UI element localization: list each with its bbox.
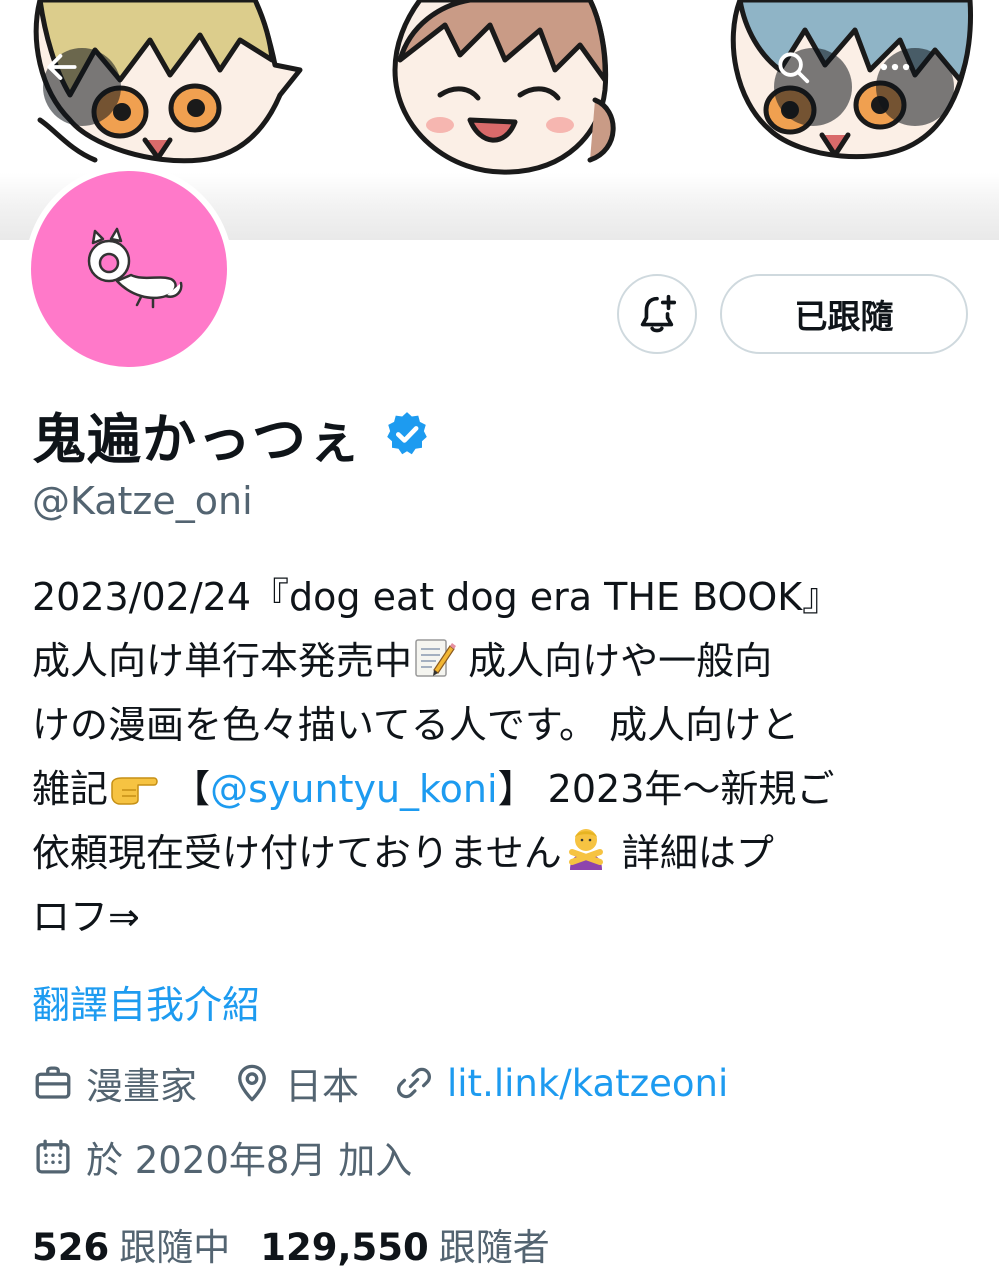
website-link[interactable]: lit.link/katzeoni [447,1062,728,1105]
bio-text: 雑記 [32,767,109,811]
website-item[interactable]: lit.link/katzeoni [393,1062,728,1105]
profile-meta-row: 漫畫家 日本 lit.link/katzeoni [32,1058,762,1108]
followers-label: 跟隨者 [438,1226,550,1269]
joined-text: 於 2020年8月 加入 [86,1139,413,1182]
joined-item: 於 2020年8月 加入 [32,1130,412,1184]
bio-text: 成人向け単行本発売中 [32,639,413,683]
bio-line: 成人向け単行本発売中 成人向けや一般向 [32,629,982,693]
bio-line: 依頼現在受け付けておりません 詳細はプ [32,821,982,885]
bio-text: 依頼現在受け付けておりません [32,831,562,875]
arrow-left-icon [47,54,77,80]
verified-badge-icon [387,412,427,455]
link-icon [396,1067,432,1099]
profession-item: 漫畫家 [32,1056,197,1110]
avatar[interactable] [31,171,227,367]
location-pin-icon [238,1064,266,1102]
back-button[interactable] [43,48,121,126]
banner-character-middle [392,0,616,175]
profile-meta-row: 於 2020年8月 加入 [32,1132,446,1182]
profile-bio: 2023/02/24『dog eat dog era THE BOOK』 成人向… [32,565,982,949]
display-name: 鬼遍かっつぇ [32,407,362,471]
briefcase-icon [35,1066,71,1099]
bio-line: けの漫画を色々描いてる人です。 成人向けと [32,703,800,747]
bio-mention-link[interactable]: @syuntyu_koni [210,767,497,811]
bio-text: 詳細はプ [609,831,774,875]
bio-line: 2023/02/24『dog eat dog era THE BOOK』 [32,575,841,619]
cat-avatar-icon [87,227,183,309]
location-item: 日本 [231,1056,359,1110]
notification-bell-button[interactable] [617,274,697,354]
following-label: 跟隨中 [119,1226,231,1269]
pointing-right-emoji-icon [111,777,158,805]
followers-count: 129,550 [260,1226,429,1269]
more-button[interactable] [876,48,954,126]
bio-line: 雑記 【@syuntyu_koni】 2023年～新規ご [32,757,982,821]
name-row: 鬼遍かっつぇ [32,396,432,472]
bio-text: 】 2023年～新規ご [497,767,835,811]
follow-stats: 526 跟隨中 129,550 跟隨者 [32,1218,580,1270]
bell-plus-icon [640,294,677,333]
more-icon [880,63,910,71]
profession-text: 漫畫家 [86,1065,197,1108]
user-handle: @Katze_oni [32,479,253,523]
followers-stat[interactable]: 129,550 跟隨者 [260,1217,550,1271]
following-count: 526 [32,1226,110,1269]
following-stat[interactable]: 526 跟隨中 [32,1217,230,1271]
bio-line: ロフ⇒ [32,895,140,939]
search-button[interactable] [774,48,852,126]
translate-bio-link[interactable]: 翻譯自我介紹 [32,974,260,1029]
person-gesturing-no-emoji-icon [568,829,603,870]
search-icon [778,52,810,84]
calendar-icon [36,1139,70,1174]
following-button[interactable]: 已跟隨 [720,274,968,354]
location-text: 日本 [285,1065,359,1108]
memo-emoji-icon [415,639,457,677]
bio-text: 成人向けや一般向 [456,639,773,683]
bio-text: 【 [160,767,211,811]
